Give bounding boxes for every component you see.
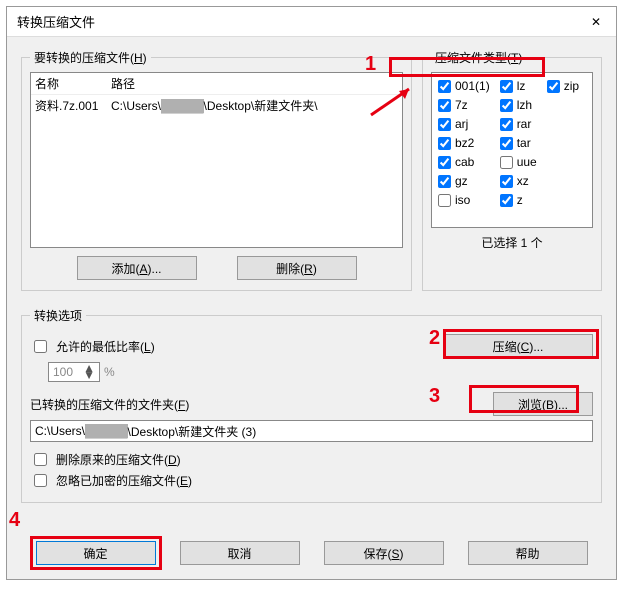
titlebar: 转换压缩文件 ✕ bbox=[7, 7, 616, 37]
allow-min-ratio-checkbox[interactable] bbox=[34, 340, 47, 353]
type-label: uue bbox=[517, 155, 537, 169]
delete-original-checkbox[interactable] bbox=[34, 453, 47, 466]
type-label: 7z bbox=[455, 98, 468, 112]
type-label: z bbox=[517, 193, 523, 207]
type-iso[interactable]: iso bbox=[438, 191, 490, 209]
type-lzh[interactable]: lzh bbox=[500, 96, 537, 114]
close-icon: ✕ bbox=[591, 15, 601, 29]
type-checkbox-lzh[interactable] bbox=[500, 99, 513, 112]
cell-path: C:\Users\█████\Desktop\新建文件夹\ bbox=[111, 97, 318, 114]
type-z[interactable]: z bbox=[500, 191, 537, 209]
type-checkbox-gz[interactable] bbox=[438, 175, 451, 188]
ok-button[interactable]: 确定 bbox=[36, 541, 156, 565]
remove-button[interactable]: 删除(R) bbox=[237, 256, 357, 280]
type-checkbox-rar[interactable] bbox=[500, 118, 513, 131]
cancel-button[interactable]: 取消 bbox=[180, 541, 300, 565]
type-bz2[interactable]: bz2 bbox=[438, 134, 490, 152]
ratio-unit: % bbox=[104, 365, 115, 379]
window-title: 转换压缩文件 bbox=[17, 12, 576, 31]
type-lz[interactable]: lz bbox=[500, 77, 537, 95]
browse-button[interactable]: 浏览(B)... bbox=[493, 392, 593, 416]
type-label: rar bbox=[517, 117, 532, 131]
save-button[interactable]: 保存(S) bbox=[324, 541, 444, 565]
type-label: tar bbox=[517, 136, 531, 150]
type-checkbox-tar[interactable] bbox=[500, 137, 513, 150]
type-uue[interactable]: uue bbox=[500, 153, 537, 171]
type-checkbox-xz[interactable] bbox=[500, 175, 513, 188]
file-list-header: 名称 路径 bbox=[31, 73, 402, 95]
folder-label: 已转换的压缩文件的文件夹(F) bbox=[30, 396, 189, 413]
dialog-body: 要转换的压缩文件(H) 名称 路径 资料.7z.001 C:\Users\███… bbox=[7, 37, 616, 541]
delete-original-label: 删除原来的压缩文件(D) bbox=[56, 451, 181, 468]
type-zip[interactable]: zip bbox=[547, 77, 579, 95]
ratio-spinner[interactable]: 100 ▲▼ bbox=[48, 362, 100, 382]
type-checkbox-z[interactable] bbox=[500, 194, 513, 207]
spinner-arrows-icon: ▲▼ bbox=[83, 365, 95, 379]
table-row[interactable]: 资料.7z.001 C:\Users\█████\Desktop\新建文件夹\ bbox=[31, 95, 402, 116]
archive-types-group: 压缩文件类型(T) 001(1) 7z arj bz2 cab gz iso lz lzh rar… bbox=[422, 49, 602, 291]
convert-options-legend: 转换选项 bbox=[30, 307, 86, 324]
type-checkbox-zip[interactable] bbox=[547, 80, 560, 93]
type-tar[interactable]: tar bbox=[500, 134, 537, 152]
dialog-footer: 确定 取消 保存(S) 帮助 bbox=[7, 541, 616, 579]
close-button[interactable]: ✕ bbox=[576, 7, 616, 36]
archive-types-list: 001(1) 7z arj bz2 cab gz iso lz lzh rar tar uue xz z z… bbox=[431, 72, 593, 228]
annotation-number-4: 4 bbox=[9, 509, 20, 532]
type-7z[interactable]: 7z bbox=[438, 96, 490, 114]
type-checkbox-uue[interactable] bbox=[500, 156, 513, 169]
type-checkbox-iso[interactable] bbox=[438, 194, 451, 207]
source-files-group: 要转换的压缩文件(H) 名称 路径 资料.7z.001 C:\Users\███… bbox=[21, 49, 412, 291]
add-button[interactable]: 添加(A)... bbox=[77, 256, 197, 280]
source-files-legend: 要转换的压缩文件(H) bbox=[30, 49, 151, 66]
file-list[interactable]: 名称 路径 资料.7z.001 C:\Users\█████\Desktop\新… bbox=[30, 72, 403, 248]
ratio-value: 100 bbox=[53, 365, 83, 379]
col-name: 名称 bbox=[35, 75, 111, 92]
type-checkbox-lz[interactable] bbox=[500, 80, 513, 93]
type-checkbox-7z[interactable] bbox=[438, 99, 451, 112]
ignore-encrypted-label: 忽略已加密的压缩文件(E) bbox=[56, 472, 192, 489]
selected-count: 已选择 1 个 bbox=[431, 234, 593, 251]
convert-options-group: 转换选项 允许的最低比率(L) 压缩(C)... 100 bbox=[21, 307, 602, 503]
type-arj[interactable]: arj bbox=[438, 115, 490, 133]
type-label: arj bbox=[455, 117, 468, 131]
type-label: 001(1) bbox=[455, 79, 490, 93]
archive-types-legend: 压缩文件类型(T) bbox=[431, 49, 526, 66]
type-label: cab bbox=[455, 155, 474, 169]
type-001(1)[interactable]: 001(1) bbox=[438, 77, 490, 95]
type-checkbox-cab[interactable] bbox=[438, 156, 451, 169]
type-gz[interactable]: gz bbox=[438, 172, 490, 190]
ignore-encrypted-checkbox[interactable] bbox=[34, 474, 47, 487]
type-label: iso bbox=[455, 193, 470, 207]
type-cab[interactable]: cab bbox=[438, 153, 490, 171]
cell-name: 资料.7z.001 bbox=[35, 97, 111, 114]
help-button[interactable]: 帮助 bbox=[468, 541, 588, 565]
type-xz[interactable]: xz bbox=[500, 172, 537, 190]
allow-min-ratio-check[interactable]: 允许的最低比率(L) bbox=[30, 337, 155, 356]
type-checkbox-001(1)[interactable] bbox=[438, 80, 451, 93]
type-checkbox-arj[interactable] bbox=[438, 118, 451, 131]
type-label: lzh bbox=[517, 98, 532, 112]
type-rar[interactable]: rar bbox=[500, 115, 537, 133]
type-label: zip bbox=[564, 79, 579, 93]
type-label: bz2 bbox=[455, 136, 474, 150]
type-label: gz bbox=[455, 174, 468, 188]
dialog-window: 转换压缩文件 ✕ 要转换的压缩文件(H) 名称 路径 资料.7z.001 bbox=[6, 6, 617, 580]
type-label: lz bbox=[517, 79, 526, 93]
delete-original-check[interactable]: 删除原来的压缩文件(D) bbox=[30, 450, 593, 469]
output-folder-field[interactable]: C:\Users\█████\Desktop\新建文件夹 (3) bbox=[30, 420, 593, 442]
ignore-encrypted-check[interactable]: 忽略已加密的压缩文件(E) bbox=[30, 471, 593, 490]
compression-button[interactable]: 压缩(C)... bbox=[443, 334, 593, 358]
type-label: xz bbox=[517, 174, 529, 188]
type-checkbox-bz2[interactable] bbox=[438, 137, 451, 150]
col-path: 路径 bbox=[111, 75, 135, 92]
allow-min-ratio-label: 允许的最低比率(L) bbox=[56, 338, 155, 355]
